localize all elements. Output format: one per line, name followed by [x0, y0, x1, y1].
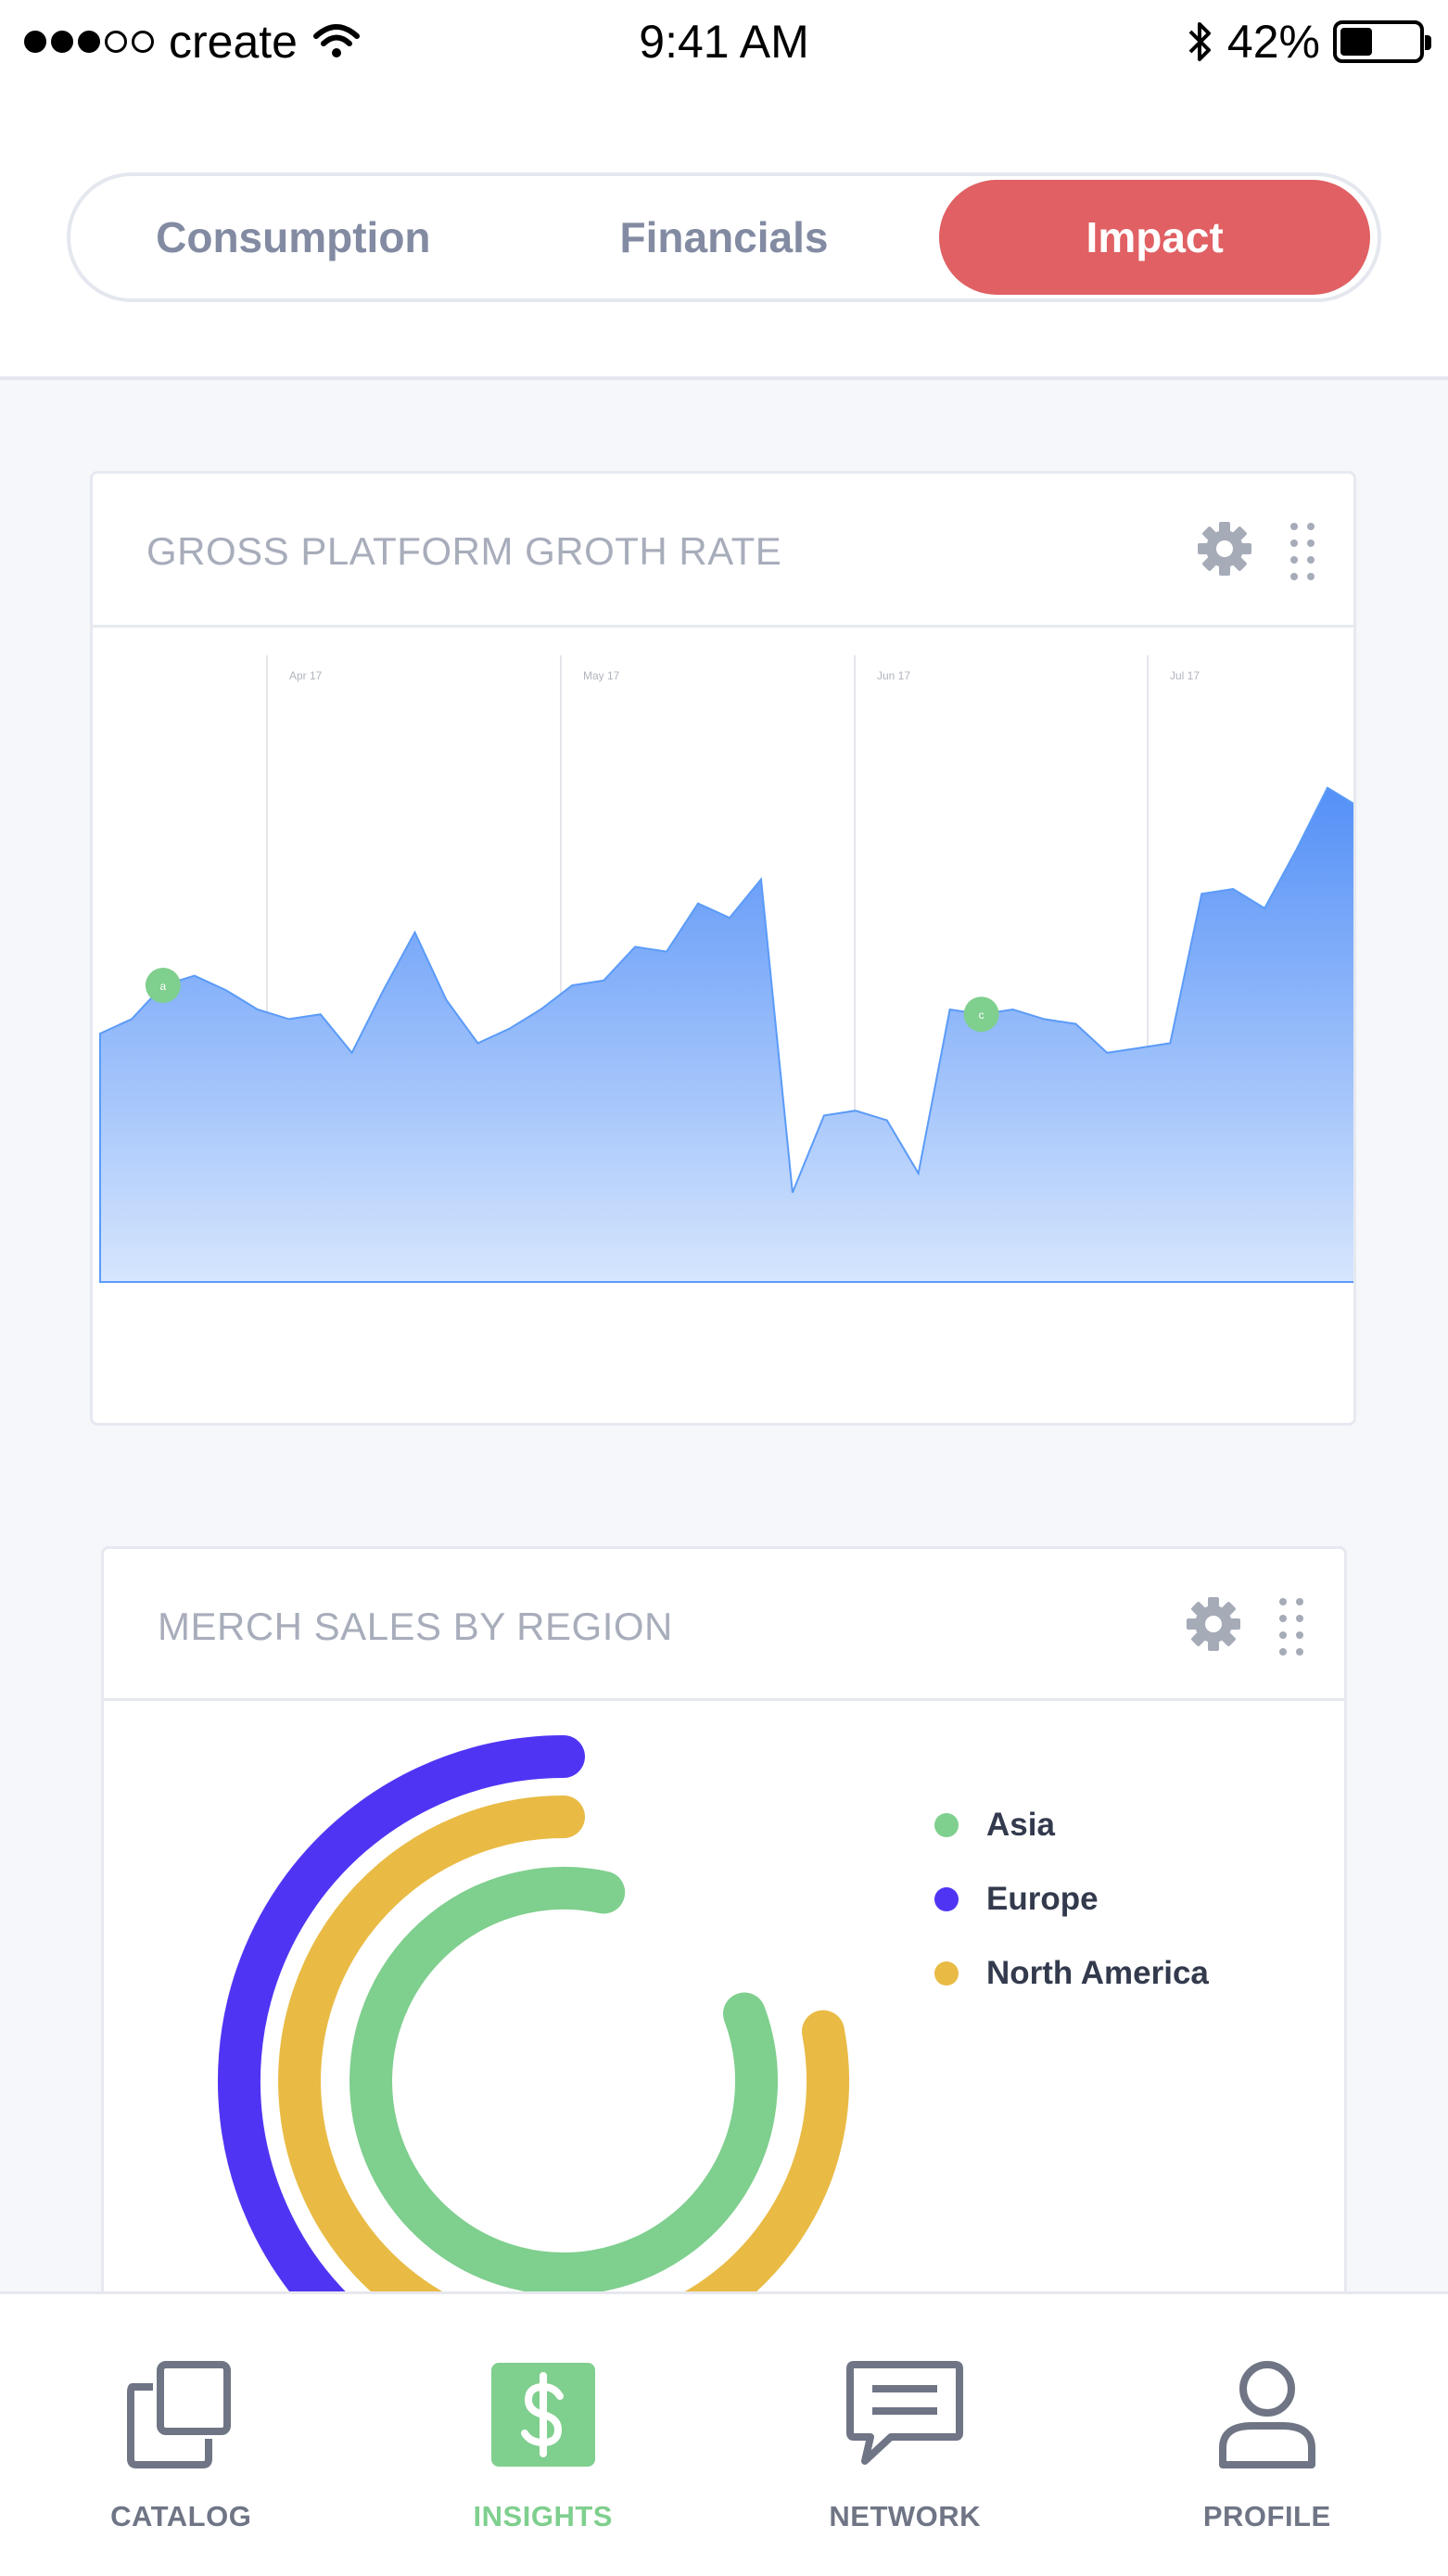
legend-label: North America: [986, 1955, 1209, 1991]
status-left: create: [24, 15, 361, 69]
card-header: GROSS PLATFORM GROTH RATE: [93, 474, 1353, 628]
tab-profile[interactable]: PROFILE: [1086, 2294, 1448, 2576]
legend-dot: [934, 1813, 959, 1837]
growth-area-chart: Apr 17 May 17 Jun 17 Jul 17 a c: [99, 655, 1353, 1283]
area-series: [99, 786, 1353, 1283]
status-time: 9:41 AM: [639, 16, 809, 68]
status-right: 42%: [1187, 15, 1431, 69]
x-tick-label: Jul 17: [1170, 669, 1200, 682]
header: Consumption Financials Impact: [0, 83, 1448, 380]
carrier-name: create: [169, 16, 298, 68]
gear-icon[interactable]: [1185, 1595, 1242, 1653]
dollar-icon: [490, 2363, 595, 2467]
catalog-icon: [127, 2361, 232, 2468]
chat-bubble-icon: [846, 2361, 964, 2465]
legend-label: Europe: [986, 1881, 1099, 1917]
drag-handle-icon[interactable]: [1287, 520, 1318, 581]
annotation-label: c: [979, 1009, 984, 1022]
card-header: MERCH SALES BY REGION: [104, 1549, 1344, 1701]
wifi-icon: [312, 24, 360, 57]
tab-financials[interactable]: Financials: [509, 180, 940, 295]
tab-impact[interactable]: Impact: [939, 180, 1371, 295]
card-title: MERCH SALES BY REGION: [158, 1605, 673, 1648]
growth-rate-card: GROSS PLATFORM GROTH RATE Apr 17 May 17 …: [90, 471, 1356, 1426]
battery-fill: [1340, 28, 1373, 56]
bottom-tab-bar: CATALOG INSIGHTS NETWORK PROFILE: [0, 2291, 1448, 2576]
tab-label: NETWORK: [829, 2500, 982, 2532]
tab-catalog[interactable]: CATALOG: [0, 2294, 362, 2576]
card-title: GROSS PLATFORM GROTH RATE: [146, 529, 782, 573]
x-tick-label: Jun 17: [877, 669, 910, 682]
tab-label: PROFILE: [1202, 2500, 1331, 2532]
legend-item-north-america: North America: [934, 1936, 1209, 2011]
tab-insights[interactable]: INSIGHTS: [362, 2294, 725, 2576]
status-bar: create 9:41 AM 42%: [0, 0, 1448, 83]
chart-legend: Asia Europe North America: [934, 1788, 1209, 2011]
legend-label: Asia: [986, 1807, 1055, 1843]
gear-icon[interactable]: [1196, 520, 1253, 577]
tab-consumption[interactable]: Consumption: [78, 180, 509, 295]
drag-handle-icon[interactable]: [1276, 1595, 1307, 1656]
x-tick-label: May 17: [583, 669, 620, 682]
battery-icon: [1333, 20, 1431, 63]
tab-label: CATALOG: [110, 2500, 252, 2532]
tab-label: INSIGHTS: [473, 2500, 613, 2532]
annotation-label: a: [160, 980, 167, 993]
ring-asia: [349, 1867, 779, 2295]
legend-item-europe: Europe: [934, 1862, 1209, 1936]
battery-percent: 42%: [1226, 16, 1320, 68]
legend-dot: [934, 1887, 959, 1911]
signal-strength-icon: [24, 31, 154, 53]
bluetooth-icon: [1188, 22, 1211, 61]
segmented-control: Consumption Financials Impact: [67, 172, 1381, 302]
legend-item-asia: Asia: [934, 1788, 1209, 1862]
x-tick-label: Apr 17: [289, 669, 323, 682]
legend-dot: [934, 1961, 959, 1986]
person-icon: [1218, 2361, 1315, 2468]
tab-network[interactable]: NETWORK: [724, 2294, 1086, 2576]
